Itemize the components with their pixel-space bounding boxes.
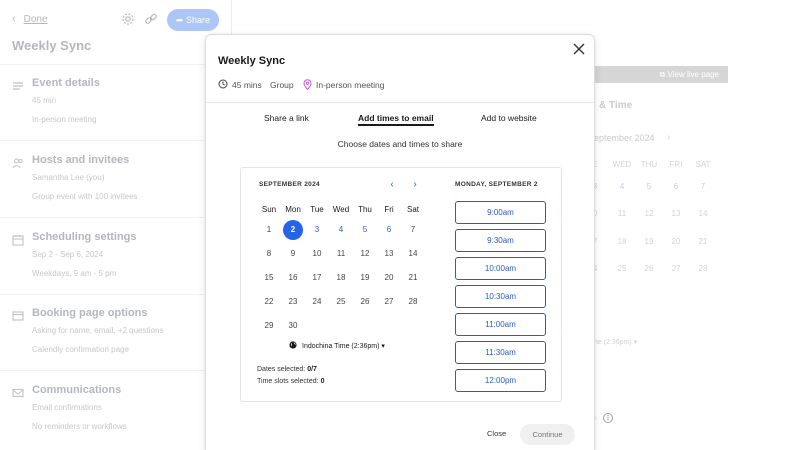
dates-selected-label: Dates selected: — [257, 366, 306, 373]
event-type: Group — [270, 80, 294, 90]
calendar-day[interactable]: 15 — [259, 268, 279, 288]
selected-day-label: MONDAY, SEPTEMBER 2 — [455, 181, 538, 188]
time-slot-button[interactable]: 11:30am — [455, 341, 546, 364]
clock-icon — [218, 79, 228, 91]
location-pin-icon — [303, 79, 312, 92]
calendar-day[interactable]: 21 — [403, 268, 423, 288]
time-slot-button[interactable]: 10:30am — [455, 285, 546, 308]
calendar-day[interactable]: 23 — [283, 292, 303, 312]
calendar-day[interactable]: 19 — [355, 268, 375, 288]
calendar-day[interactable]: 22 — [259, 292, 279, 312]
time-slot-button[interactable]: 12:00pm — [455, 369, 546, 392]
next-month-button[interactable]: › — [410, 180, 420, 190]
calendar-day[interactable]: 9 — [283, 244, 303, 264]
time-slot-button[interactable]: 9:00am — [455, 201, 546, 224]
calendar-day[interactable]: 17 — [307, 268, 327, 288]
close-icon[interactable] — [571, 41, 587, 57]
dates-selected-summary: Dates selected: 0/7 — [257, 366, 317, 373]
dow-label: Thu — [358, 205, 372, 214]
share-tabs: Share a link Add times to email Add to w… — [206, 113, 594, 127]
instruction-text: Choose dates and times to share — [337, 139, 463, 149]
divider — [206, 102, 594, 103]
add-times-modal: Weekly Sync 45 mins Group In-person meet… — [205, 34, 595, 450]
calendar-day[interactable]: 18 — [331, 268, 351, 288]
calendar-day[interactable]: 13 — [379, 244, 399, 264]
calendar-day[interactable]: 29 — [259, 316, 279, 336]
tab-share-link[interactable]: Share a link — [264, 113, 309, 123]
dates-selected-value: 0/7 — [307, 366, 317, 373]
days-of-week-header: Sun Mon Tue Wed Thu Fri Sat — [257, 205, 425, 216]
calendar-day[interactable]: 10 — [307, 244, 327, 264]
calendar-day[interactable]: 3 — [307, 220, 327, 240]
calendar-day[interactable]: 16 — [283, 268, 303, 288]
time-slot-button[interactable]: 11:00am — [455, 313, 546, 336]
calendar-day[interactable]: 8 — [259, 244, 279, 264]
calendar-day[interactable]: 11 — [331, 244, 351, 264]
calendar-day[interactable]: 5 — [355, 220, 375, 240]
calendar-day[interactable]: 1 — [259, 220, 279, 240]
tab-add-times-to-email[interactable]: Add times to email — [358, 113, 434, 126]
globe-icon — [289, 341, 297, 349]
time-slot-button[interactable]: 10:00am — [455, 257, 546, 280]
dow-label: Sat — [406, 205, 419, 214]
calendar-month-label: SEPTEMBER 2024 — [259, 181, 320, 188]
calendar-day[interactable]: 14 — [403, 244, 423, 264]
timezone-selector[interactable]: Indochina Time (2:36pm) ▾ — [289, 341, 385, 350]
dow-label: Sun — [261, 205, 277, 214]
dow-label: Tue — [310, 205, 324, 214]
dow-label: Mon — [285, 205, 301, 214]
slots-selected-value: 0 — [320, 378, 325, 385]
modal-title: Weekly Sync — [218, 55, 286, 67]
event-duration: 45 mins — [232, 80, 262, 90]
event-location: In-person meeting — [316, 80, 385, 90]
dow-label: Fri — [384, 205, 394, 214]
calendar-day[interactable]: 12 — [355, 244, 375, 264]
close-button[interactable]: Close — [487, 429, 506, 438]
slots-selected-label: Time slots selected: — [257, 378, 319, 385]
continue-button[interactable]: Continue — [520, 424, 575, 445]
calendar-day[interactable]: 28 — [403, 292, 423, 312]
calendar-day[interactable]: 30 — [283, 316, 303, 336]
time-slot-button[interactable]: 9:30am — [455, 229, 546, 252]
calendar-day[interactable]: 6 — [379, 220, 399, 240]
tab-add-to-website[interactable]: Add to website — [481, 113, 537, 123]
calendar-day[interactable]: 20 — [379, 268, 399, 288]
calendar-day[interactable]: 24 — [307, 292, 327, 312]
timezone-label: Indochina Time (2:36pm) ▾ — [302, 343, 385, 350]
calendar-day[interactable]: 7 — [403, 220, 423, 240]
calendar-day[interactable]: 2 — [283, 220, 303, 240]
calendar-day[interactable]: 27 — [379, 292, 399, 312]
calendar-day[interactable]: 4 — [331, 220, 351, 240]
calendar-day[interactable]: 25 — [331, 292, 351, 312]
dow-label: Wed — [332, 205, 350, 214]
prev-month-button[interactable]: ‹ — [387, 180, 397, 190]
calendar-day[interactable]: 26 — [355, 292, 375, 312]
slots-selected-summary: Time slots selected: 0 — [257, 378, 324, 385]
date-time-picker: SEPTEMBER 2024 ‹ › Sun Mon Tue Wed Thu F… — [240, 167, 562, 402]
